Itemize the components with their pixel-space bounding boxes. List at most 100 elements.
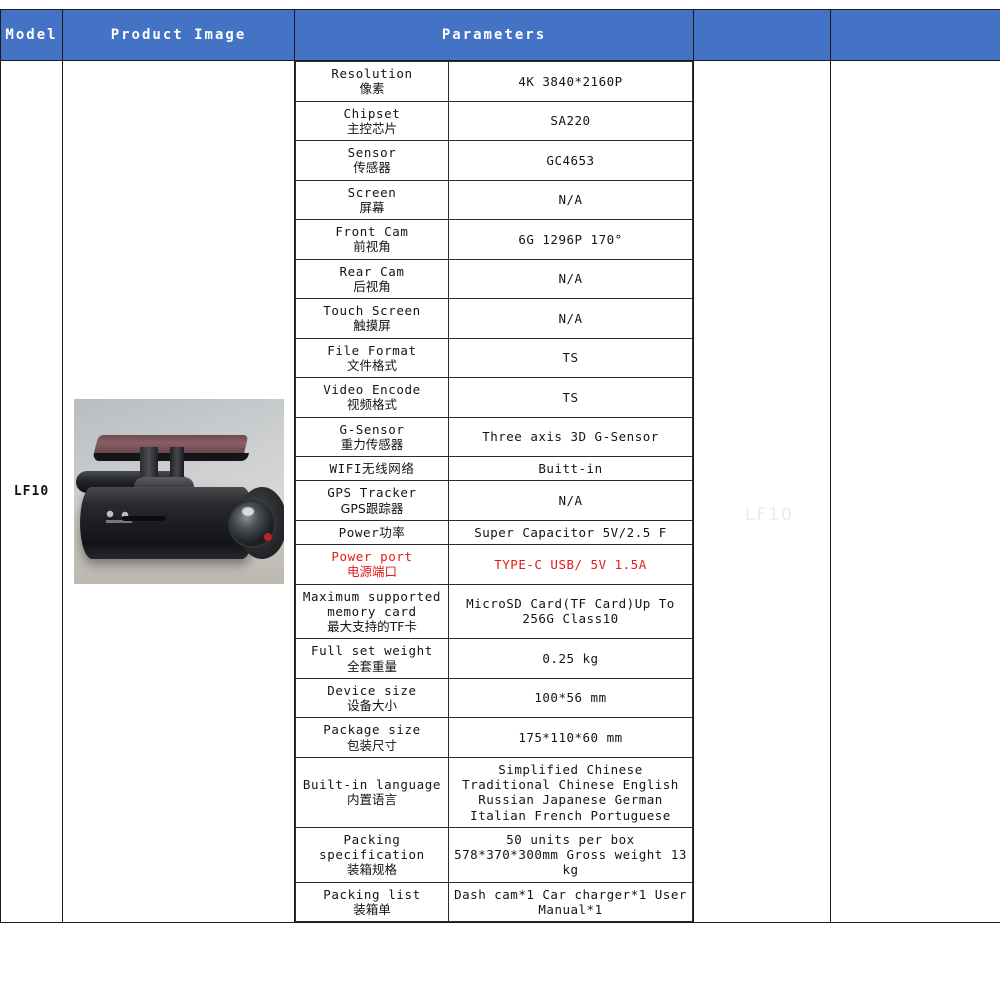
- parameter-value: Super Capacitor 5V/2.5 F: [448, 519, 693, 546]
- parameter-label-cn: GPS跟踪器: [340, 500, 404, 516]
- spec-sheet: Model Product Image Parameters LF10 Reso…: [0, 0, 1000, 1000]
- parameter-label: Device size 设备大小: [295, 677, 449, 719]
- parameter-label-en: Front Cam: [335, 224, 409, 239]
- parameter-value: N/A: [448, 298, 693, 339]
- parameter-label-en: File Format: [327, 342, 417, 358]
- parameter-row: Front Cam 前视角 6G 1296P 170°: [295, 219, 693, 260]
- parameter-label: Resolution 像素: [295, 61, 449, 102]
- parameter-label-en: GPS Tracker: [327, 485, 417, 501]
- parameter-label: Built-in language 内置语言: [295, 756, 449, 828]
- parameter-label-cn: 电源端口: [346, 564, 397, 580]
- column-header-product-image: Product Image: [62, 9, 295, 61]
- parameter-label: Front Cam 前视角: [295, 219, 449, 260]
- parameter-label: File Format 文件格式: [295, 337, 449, 378]
- parameter-label-en: Sensor: [347, 145, 397, 160]
- parameter-label-cn: 主控芯片: [346, 120, 397, 136]
- parameter-row: File Format 文件格式 TS: [295, 337, 693, 378]
- product-image-cell: [62, 60, 295, 923]
- header-row: Model Product Image Parameters: [0, 9, 1000, 61]
- parameter-label-en: Built-in language: [302, 777, 442, 792]
- parameter-label-cn: 装箱规格: [346, 862, 397, 878]
- dashcam-photo: [73, 399, 284, 584]
- parameter-row: Maximum supported memory card 最大支持的TF卡 Micr…: [295, 583, 693, 640]
- product-spec-table: Model Product Image Parameters LF10 Reso…: [0, 9, 1000, 923]
- column-header-extra: [830, 9, 1000, 61]
- parameter-label-cn: 全套重量: [346, 658, 397, 674]
- parameter-row: Packing specification 装箱规格 50 units per bo…: [295, 826, 693, 883]
- parameter-row: Device size 设备大小 100*56 mm: [295, 677, 693, 719]
- parameter-value: TS: [448, 337, 693, 378]
- parameter-value: N/A: [448, 480, 693, 521]
- parameter-label-cn: 屏幕: [359, 199, 385, 215]
- model-cell: LF10: [0, 60, 63, 923]
- parameter-label-cn: 触摸屏: [353, 318, 391, 334]
- parameter-label-cn: 最大支持的TF卡: [327, 619, 417, 634]
- parameter-label-en: Device size: [327, 682, 417, 698]
- parameter-label-cn: 像素: [359, 81, 385, 97]
- parameter-label: Package size 包装尺寸: [295, 717, 449, 758]
- parameter-row: Resolution 像素 4K 3840*2160P: [295, 61, 693, 102]
- parameter-label: Touch Screen 触摸屏: [295, 298, 449, 339]
- parameter-label: Sensor 传感器: [295, 140, 449, 181]
- parameter-value: 100*56 mm: [448, 677, 693, 719]
- parameter-label-en: Rear Cam: [339, 263, 405, 279]
- parameter-row: Sensor 传感器 GC4653: [295, 140, 693, 181]
- parameter-value: 6G 1296P 170°: [448, 219, 693, 260]
- parameter-label-cn: 包装尺寸: [346, 737, 397, 753]
- table-header: Model Product Image Parameters: [0, 9, 1000, 61]
- parameter-row: Packing list 装箱单 Dash cam*1 Car charger*1 …: [295, 881, 693, 922]
- parameter-value: TS: [448, 377, 693, 418]
- parameter-label: Power port 电源端口: [295, 544, 449, 585]
- parameter-value: N/A: [448, 258, 693, 299]
- parameter-value: 0.25 kg: [448, 638, 693, 679]
- spacer-cell: [693, 60, 831, 923]
- parameter-value: 175*110*60 mm: [448, 717, 693, 758]
- parameter-label-cn: 传感器: [353, 160, 391, 176]
- parameter-row: Chipset 主控芯片 SA220: [295, 100, 693, 141]
- parameter-row: Full set weight 全套重量 0.25 kg: [295, 638, 693, 679]
- parameter-row: Power port 电源端口 TYPE-C USB/ 5V 1.5A: [295, 544, 693, 585]
- parameter-label-en: Packing specification: [319, 831, 425, 862]
- parameter-label: WIFI无线网络: [295, 455, 449, 482]
- parameter-label-en: Screen: [347, 184, 397, 200]
- parameter-label-en: Touch Screen: [323, 303, 421, 318]
- parameter-row: GPS Tracker GPS跟踪器 N/A: [295, 480, 693, 521]
- parameter-value: Dash cam*1 Car charger*1 User Manual*1: [448, 881, 693, 922]
- parameter-label-en: G-Sensor: [339, 421, 405, 437]
- parameter-row: G-Sensor 重力传感器 Three axis 3D G-Sensor: [295, 416, 693, 457]
- parameter-label-en: Full set weight: [311, 643, 433, 659]
- parameter-label: Rear Cam 后视角: [295, 258, 449, 299]
- parameter-label-cn: 设备大小: [346, 698, 397, 713]
- parameter-label: Maximum supported memory card 最大支持的TF卡: [295, 583, 449, 640]
- parameter-value: SA220: [448, 100, 693, 141]
- parameter-label-en: Power功率: [338, 524, 406, 540]
- table-body: LF10 Resolution 像素 4K 3840*2160P Chipset…: [0, 60, 1000, 923]
- parameter-value: Buitt-in: [448, 455, 693, 482]
- parameter-value: GC4653: [448, 140, 693, 181]
- parameter-value: 4K 3840*2160P: [448, 61, 693, 102]
- parameter-value: Three axis 3D G-Sensor: [448, 416, 693, 457]
- parameter-label-en: Chipset: [343, 105, 401, 121]
- parameter-label-en: Video Encode: [323, 382, 421, 397]
- parameter-label: Full set weight 全套重量: [295, 638, 449, 679]
- column-header-spacer: [693, 9, 831, 61]
- parameter-value: 50 units per box 578*370*300mm Gross wei…: [448, 826, 693, 883]
- body-slot: [121, 516, 166, 521]
- parameter-label: GPS Tracker GPS跟踪器: [295, 480, 449, 521]
- parameter-label-en: memory card: [327, 603, 417, 619]
- parameter-value: MicroSD Card(TF Card)Up To 256G Class10: [448, 583, 693, 640]
- parameter-label-cn: 视频格式: [346, 397, 397, 413]
- column-header-parameters: Parameters: [294, 9, 694, 61]
- parameter-label: Video Encode 视频格式: [295, 377, 449, 418]
- parameter-label: G-Sensor 重力传感器: [295, 416, 449, 457]
- parameter-row: Rear Cam 后视角 N/A: [295, 258, 693, 299]
- parameter-label-en: WIFI无线网络: [329, 461, 415, 476]
- parameter-label-en: Packing list: [323, 886, 421, 902]
- parameter-label-cn: 文件格式: [346, 357, 397, 373]
- parameter-label: Power功率: [295, 519, 449, 546]
- parameter-label-en: Package size: [323, 722, 421, 738]
- parameters-table: Resolution 像素 4K 3840*2160P Chipset 主控芯片 SA22…: [295, 61, 693, 922]
- parameter-label-cn: 重力传感器: [340, 436, 404, 452]
- parameter-label: Screen 屏幕: [295, 179, 449, 220]
- parameter-label-cn: 后视角: [353, 278, 391, 294]
